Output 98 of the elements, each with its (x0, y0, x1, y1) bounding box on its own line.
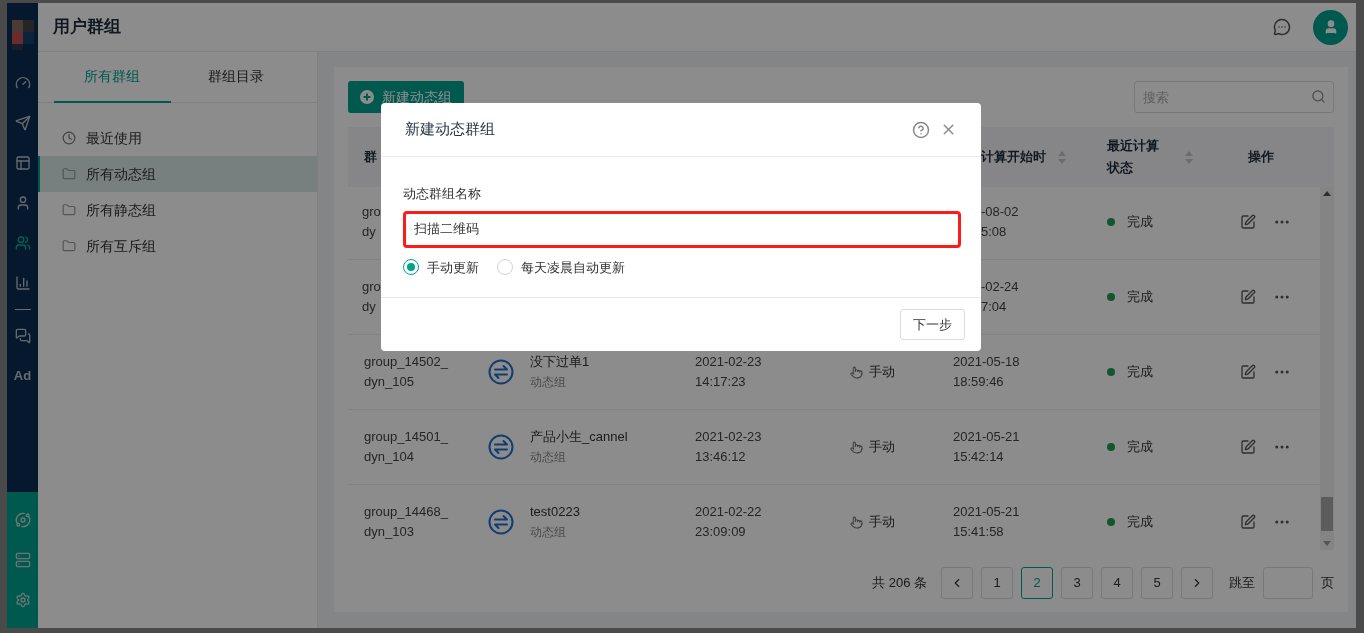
plus-circle-icon (360, 90, 374, 104)
group-id-text: group_14502_ (364, 353, 448, 371)
group-list-item[interactable]: 最近使用 (38, 120, 317, 156)
gauge-icon[interactable] (14, 75, 31, 91)
last-calc-time-text: 2021-05-18 (953, 353, 1020, 371)
paper-plane-icon[interactable] (14, 115, 31, 131)
status-text: 完成 (1127, 363, 1153, 382)
server-icon[interactable] (14, 552, 31, 568)
page-button[interactable]: 5 (1141, 567, 1173, 599)
users-icon[interactable] (14, 235, 31, 251)
avatar[interactable] (1313, 9, 1348, 45)
total-count-text: 共 206 条 (872, 574, 927, 593)
column-header: 最近计算状态 (1107, 137, 1160, 177)
group-id-text: gro (362, 203, 381, 221)
group-list-item[interactable]: 所有动态组 (38, 156, 317, 192)
group-name-link[interactable]: 没下过单1 (530, 352, 590, 372)
last-calc-time-text: 5:08 (981, 223, 1007, 241)
edit-icon[interactable] (1240, 214, 1256, 230)
group-id-text: dyn_104 (364, 448, 414, 466)
nav-ad-item[interactable]: Ad (13, 366, 32, 386)
dialog-title: 新建动态群组 (405, 119, 495, 140)
swap-circle-icon (488, 509, 514, 535)
last-calc-time-text: -02-24 (981, 278, 1019, 296)
status-text: 完成 (1127, 438, 1153, 457)
created-time-text: 23:09:09 (695, 523, 746, 541)
hand-pointer-icon (850, 440, 863, 454)
update-mode-text: 手动 (869, 513, 895, 532)
group-id-text: group_14468_ (364, 503, 448, 521)
last-calc-time-text: 7:04 (981, 298, 1007, 316)
chat-bubbles-icon[interactable] (14, 328, 31, 344)
jump-label: 跳至 (1229, 574, 1255, 593)
scrollbar-thumb[interactable] (1321, 497, 1333, 531)
status-text: 完成 (1127, 288, 1153, 307)
settings-icon[interactable] (14, 592, 31, 608)
search-icon[interactable] (1311, 89, 1326, 104)
scroll-up-icon[interactable] (1323, 191, 1331, 196)
layout-icon[interactable] (14, 155, 31, 171)
created-time-text: 2021-02-23 (695, 428, 762, 446)
update-mode-radio[interactable]: 每天凌晨自动更新 (497, 257, 625, 277)
group-id-text: gro (362, 278, 381, 296)
chat-icon[interactable] (1273, 18, 1291, 36)
hand-pointer-icon (850, 365, 863, 379)
folder-icon (62, 239, 76, 253)
column-header: 群 (363, 148, 377, 167)
last-calc-time-text: 2021-05-21 (953, 503, 1020, 521)
folder-icon (62, 167, 76, 181)
group-type-text: 动态组 (530, 449, 566, 466)
swap-circle-icon (488, 434, 514, 460)
edit-icon[interactable] (1240, 364, 1256, 380)
group-id-text: dyn_103 (364, 523, 414, 541)
clock-icon (62, 131, 76, 145)
page-suffix-text: 页 (1321, 574, 1334, 593)
last-calc-time-text: 15:42:14 (953, 448, 1004, 466)
group-type-text: 动态组 (530, 374, 566, 391)
edit-icon[interactable] (1240, 514, 1256, 530)
last-calc-time-text: 2021-05-21 (953, 428, 1020, 446)
help-icon[interactable] (912, 120, 930, 139)
group-type-text: 动态组 (530, 524, 566, 541)
edit-icon[interactable] (1240, 289, 1256, 305)
hand-pointer-icon (850, 515, 863, 529)
group-id-text: group_14501_ (364, 428, 448, 446)
page-button[interactable]: 4 (1101, 567, 1133, 599)
update-mode-radio[interactable]: 手动更新 (403, 257, 479, 277)
created-time-text: 2021-02-23 (695, 353, 762, 371)
group-name-field[interactable]: 扫描二维码 (403, 210, 961, 248)
last-calc-time-text: 18:59:46 (953, 373, 1004, 391)
status-text: 完成 (1127, 513, 1153, 532)
next-step-button[interactable]: 下一步 (900, 309, 965, 340)
field-label: 动态群组名称 (403, 185, 482, 203)
scrollbar[interactable] (1320, 187, 1334, 550)
logo-icon (11, 20, 34, 50)
tab[interactable]: 群组目录 (170, 52, 301, 103)
folder-icon (62, 203, 76, 217)
group-id-text: dy (362, 298, 376, 316)
created-time-text: 2021-02-22 (695, 503, 762, 521)
orbit-icon[interactable] (14, 512, 31, 528)
swap-circle-icon (488, 359, 514, 385)
scroll-down-icon[interactable] (1323, 541, 1331, 546)
page-title: 用户群组 (53, 16, 121, 39)
page-button[interactable]: 3 (1061, 567, 1093, 599)
created-time-text: 14:17:23 (695, 373, 746, 391)
last-calc-time-text: 15:41:58 (953, 523, 1004, 541)
update-mode-text: 手动 (869, 363, 895, 382)
page-button[interactable]: 1 (981, 567, 1013, 599)
column-header: 操作 (1248, 148, 1274, 167)
group-id-text: dyn_105 (364, 373, 414, 391)
status-text: 完成 (1127, 213, 1153, 232)
group-id-text: dy (362, 223, 376, 241)
bar-chart-icon[interactable] (14, 275, 31, 291)
group-name-link[interactable]: 产品小生_cannel (530, 427, 628, 447)
created-time-text: 13:46:12 (695, 448, 746, 466)
group-list-item[interactable]: 所有互斥组 (38, 228, 317, 264)
column-header: 计算开始时 (981, 148, 1046, 167)
group-name-link[interactable]: test0223 (530, 502, 580, 522)
edit-icon[interactable] (1240, 439, 1256, 455)
group-list-item[interactable]: 所有静态组 (38, 192, 317, 228)
update-mode-text: 手动 (869, 438, 895, 457)
last-calc-time-text: -08-02 (981, 203, 1019, 221)
